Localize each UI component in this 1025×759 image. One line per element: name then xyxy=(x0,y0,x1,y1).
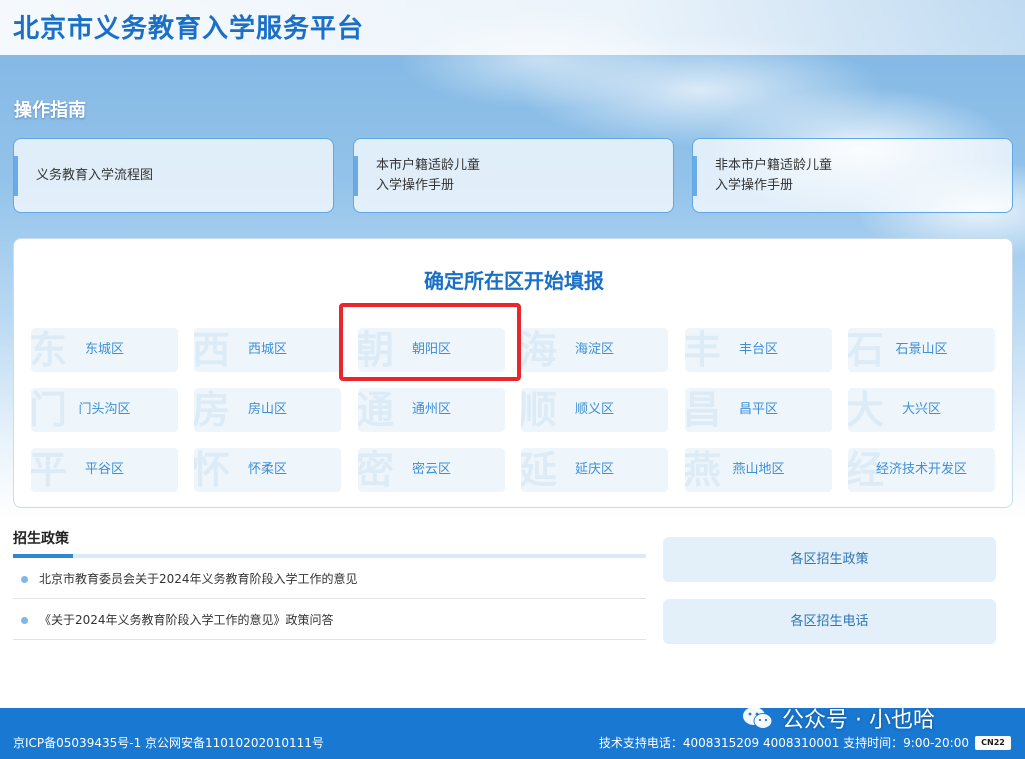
footer-support-text: 技术支持电话：4008315209 4008310001 支持时间：9:00-2… xyxy=(598,736,969,750)
card-accent-bar xyxy=(693,156,697,196)
guide-card-label: 本市户籍适龄儿童 入学操作手册 xyxy=(376,157,481,193)
district-button[interactable]: 石石景山区 xyxy=(848,328,995,372)
district-button[interactable]: 通通州区 xyxy=(358,388,505,432)
footer-icp-text: 京ICP备05039435号-1 京公网安备11010202010111号 xyxy=(13,736,324,750)
policy-list-item[interactable]: 北京市教育委员会关于2024年义务教育阶段入学工作的意见 xyxy=(13,559,646,599)
bullet-icon xyxy=(21,576,28,583)
policy-list-item[interactable]: 《关于2024年义务教育阶段入学工作的意见》政策问答 xyxy=(13,600,646,640)
district-label: 经济技术开发区 xyxy=(875,462,967,477)
district-label: 昌平区 xyxy=(738,402,778,417)
district-label: 石景山区 xyxy=(895,342,948,357)
bullet-icon xyxy=(21,617,28,624)
district-policy-button[interactable]: 各区招生政策 xyxy=(663,537,996,582)
watermark: 公众号 · 小也哈 xyxy=(742,703,935,733)
guide-card-local-manual[interactable]: 本市户籍适龄儿童 入学操作手册 xyxy=(353,138,674,213)
district-button[interactable]: 大大兴区 xyxy=(848,388,995,432)
district-label: 通州区 xyxy=(411,402,451,417)
district-button[interactable]: 昌昌平区 xyxy=(685,388,832,432)
district-button[interactable]: 东东城区 xyxy=(31,328,178,372)
site-title: 北京市义务教育入学服务平台 xyxy=(13,14,365,44)
district-label: 平谷区 xyxy=(84,462,124,477)
district-button[interactable]: 西西城区 xyxy=(194,328,341,372)
policy-section-title: 招生政策 xyxy=(13,531,69,547)
footer-badge: CN22 xyxy=(975,736,1011,750)
guide-card-label: 非本市户籍适龄儿童 入学操作手册 xyxy=(715,157,833,193)
district-label: 密云区 xyxy=(411,462,451,477)
district-label: 燕山地区 xyxy=(732,462,785,477)
guide-card-nonlocal-manual[interactable]: 非本市户籍适龄儿童 入学操作手册 xyxy=(692,138,1013,213)
district-button[interactable]: 密密云区 xyxy=(358,448,505,492)
watermark-text: 公众号 · 小也哈 xyxy=(782,708,935,733)
wechat-icon xyxy=(743,707,773,729)
district-button[interactable]: 海海淀区 xyxy=(521,328,668,372)
site-header: 北京市义务教育入学服务平台 xyxy=(0,0,1025,55)
district-label: 门头沟区 xyxy=(78,402,131,417)
district-label: 怀柔区 xyxy=(247,462,287,477)
guide-section-title: 操作指南 xyxy=(14,100,86,121)
guide-card-label: 义务教育入学流程图 xyxy=(36,167,154,183)
district-button[interactable]: 房房山区 xyxy=(194,388,341,432)
card-accent-bar xyxy=(354,156,358,196)
district-button[interactable]: 顺顺义区 xyxy=(521,388,668,432)
district-heading: 确定所在区开始填报 xyxy=(424,269,604,293)
district-label: 西城区 xyxy=(247,342,287,357)
district-label: 房山区 xyxy=(247,402,287,417)
policy-title-underline xyxy=(13,554,73,558)
district-button[interactable]: 怀怀柔区 xyxy=(194,448,341,492)
district-button[interactable]: 平平谷区 xyxy=(31,448,178,492)
district-label: 东城区 xyxy=(84,342,124,357)
district-phone-button[interactable]: 各区招生电话 xyxy=(663,599,996,644)
district-label: 大兴区 xyxy=(901,402,941,417)
district-label: 顺义区 xyxy=(574,402,614,417)
highlight-box xyxy=(339,303,521,381)
policy-link-text: 《关于2024年义务教育阶段入学工作的意见》政策问答 xyxy=(39,613,334,627)
district-label: 延庆区 xyxy=(574,462,614,477)
policy-divider xyxy=(13,554,646,558)
district-button[interactable]: 经经济技术开发区 xyxy=(848,448,995,492)
district-button[interactable]: 延延庆区 xyxy=(521,448,668,492)
district-button[interactable]: 燕燕山地区 xyxy=(685,448,832,492)
district-button[interactable]: 门门头沟区 xyxy=(31,388,178,432)
policy-link-text: 北京市教育委员会关于2024年义务教育阶段入学工作的意见 xyxy=(39,572,358,586)
card-accent-bar xyxy=(14,156,18,196)
guide-card-flowchart[interactable]: 义务教育入学流程图 xyxy=(13,138,334,213)
district-label: 海淀区 xyxy=(574,342,614,357)
district-label: 丰台区 xyxy=(738,342,778,357)
district-button[interactable]: 丰丰台区 xyxy=(685,328,832,372)
